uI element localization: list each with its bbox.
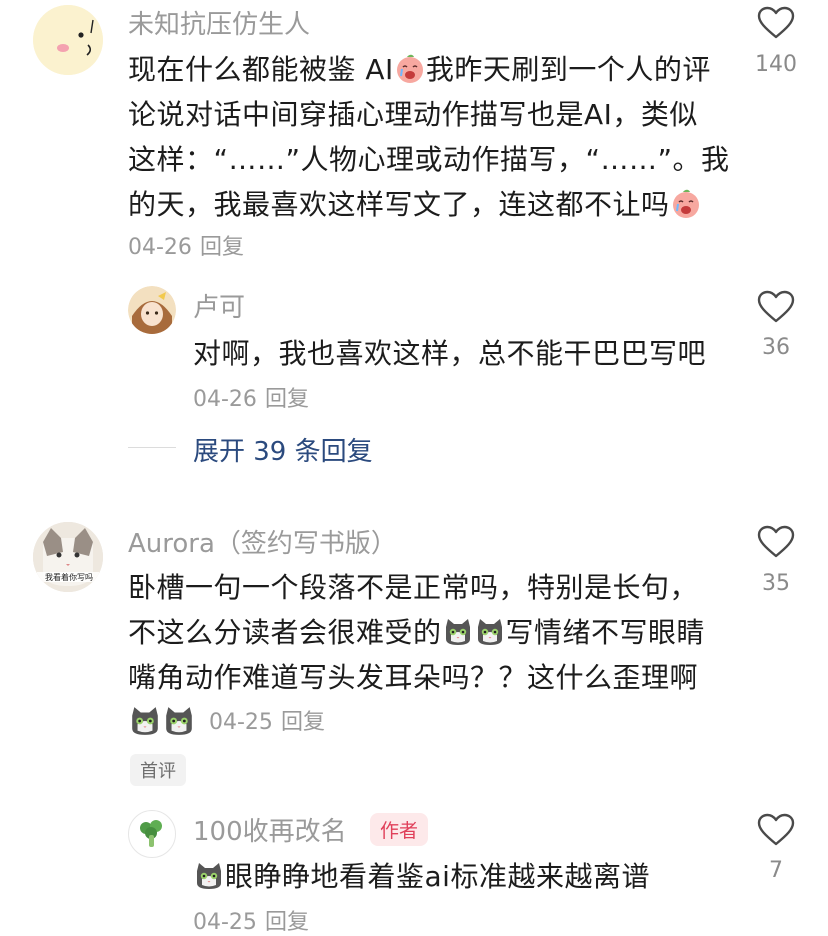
reply-date: 04-25 — [193, 910, 257, 935]
heart-outline-icon[interactable] — [757, 6, 795, 40]
heart-outline-icon[interactable] — [757, 813, 795, 847]
crying-peach-emoji-icon — [671, 189, 701, 219]
reply-button[interactable]: 回复 — [265, 910, 309, 935]
cat-face-emoji-icon — [475, 617, 505, 647]
comment-text-line: 这样：“……”人物心理或动作描写，“……”。我 — [128, 143, 730, 176]
crying-peach-emoji-icon — [395, 54, 425, 84]
comment-username[interactable]: Aurora（签约写书版） — [128, 523, 397, 560]
reply-button[interactable]: 回复 — [265, 387, 309, 412]
like-count: 36 — [762, 335, 790, 360]
like-count: 35 — [762, 571, 790, 596]
cartoon-face-avatar-icon — [33, 5, 103, 75]
like-count: 7 — [769, 858, 783, 883]
cat-face-emoji-icon — [443, 617, 473, 647]
broccoli-icon — [140, 820, 162, 847]
cat-face-emoji-icon — [163, 705, 195, 737]
comment-text-line: 嘴角动作难道写头发耳朵吗？？这什么歪理啊 — [128, 661, 699, 694]
first-comment-badge: 首评 — [130, 754, 186, 786]
expand-replies-button[interactable]: 展开 39 条回复 — [193, 431, 373, 468]
heart-outline-icon[interactable] — [757, 290, 795, 324]
comment-text-line: 论说对话中间穿插心理动作描写也是AI，类似 — [128, 98, 698, 131]
comment-text-line: 不这么分读者会很难受的 写情绪不写眼睛 — [128, 616, 706, 649]
reply-meta: 04-26 回复 — [193, 381, 309, 413]
cat-face-emoji-icon — [129, 705, 161, 737]
reply-meta: 04-25 回复 — [193, 904, 309, 936]
anime-girl-avatar-icon — [128, 286, 176, 334]
avatar-caption: 我看着你写吗 — [45, 573, 93, 582]
cat-face-emoji-icon — [194, 861, 224, 891]
avatar[interactable] — [128, 810, 176, 858]
comment-date: 04-26 — [128, 235, 192, 260]
like-count: 140 — [755, 52, 797, 77]
expand-divider — [128, 447, 176, 448]
heart-outline-icon[interactable] — [757, 525, 795, 559]
reply-date: 04-26 — [193, 387, 257, 412]
comment-meta: 04-26 回复 — [128, 229, 244, 261]
author-badge: 作者 — [370, 813, 429, 846]
avatar[interactable] — [33, 5, 103, 75]
reply-button[interactable]: 回复 — [200, 235, 244, 260]
reply-text: 眼睁睁地看着鉴ai标准越来越离谱 — [193, 855, 650, 895]
comment-text-line: 卧槽一句一个段落不是正常吗，特别是长句， — [128, 571, 699, 604]
reply-text: 对啊，我也喜欢这样，总不能干巴巴写吧 — [193, 337, 707, 370]
comment-text-line: 的天，我最喜欢这样写文了，连这都不让吗 — [128, 183, 702, 223]
avatar[interactable]: 我看着你写吗 — [33, 522, 103, 592]
reply-button[interactable]: 回复 — [281, 710, 325, 735]
comment-username[interactable]: 未知抗压仿生人 — [128, 4, 310, 41]
comment-meta: 04-25 回复 — [128, 704, 325, 737]
reply-username[interactable]: 卢可 — [193, 287, 245, 324]
reply-username[interactable]: 100收再改名 — [193, 811, 347, 848]
comment-text-line: 现在什么都能被鉴 AI 我昨天刷到一个人的评 — [128, 53, 711, 86]
avatar[interactable] — [128, 286, 176, 334]
comment-date: 04-25 — [209, 710, 273, 735]
